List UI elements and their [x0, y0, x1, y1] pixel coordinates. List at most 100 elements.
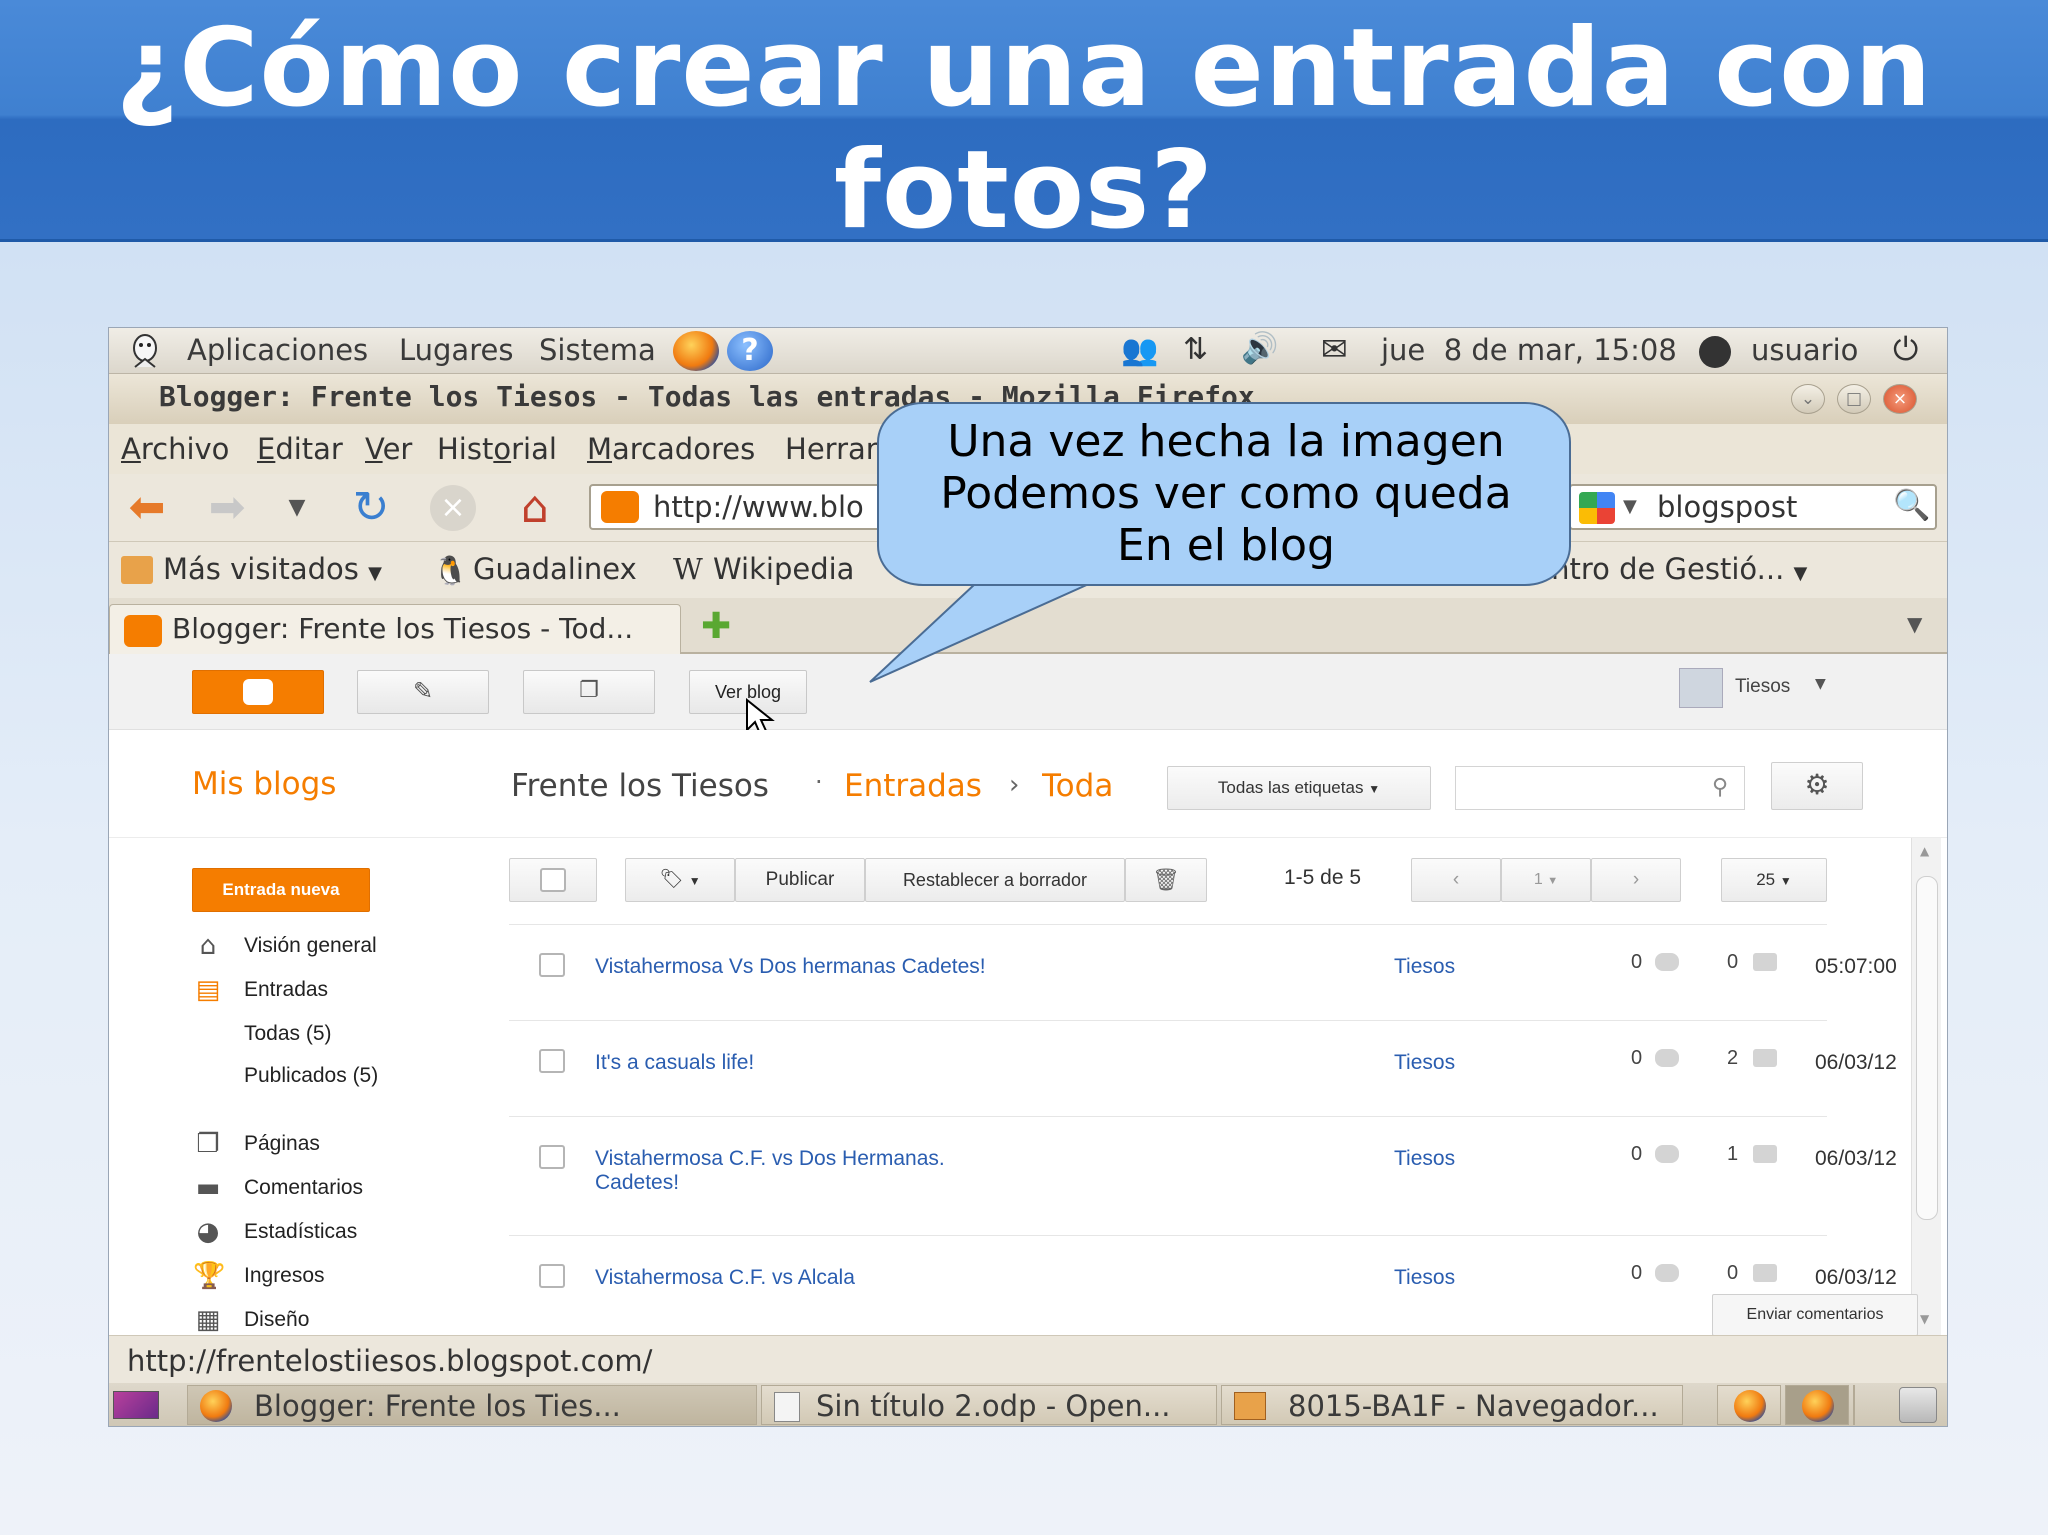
- sidebar-item-published[interactable]: Publicados (5): [244, 1064, 378, 1088]
- new-tab-plus-icon[interactable]: ✚: [701, 606, 731, 647]
- menu-historial[interactable]: Historial: [437, 432, 557, 466]
- panel-menu-applications[interactable]: Aplicaciones: [187, 333, 368, 367]
- stop-icon[interactable]: ×: [427, 482, 479, 534]
- revert-draft-button[interactable]: Restablecer a borrador: [865, 858, 1125, 902]
- menu-ver[interactable]: Ver: [365, 432, 412, 466]
- new-post-pencil-button[interactable]: ✎: [357, 670, 489, 714]
- send-feedback-button[interactable]: Enviar comentarios: [1712, 1294, 1918, 1336]
- show-desktop-icon[interactable]: [113, 1391, 159, 1419]
- taskbar-item-impress[interactable]: Sin título 2.odp - Open...: [761, 1385, 1217, 1425]
- post-title-link[interactable]: Vistahermosa C.F. vs Alcala: [595, 1266, 855, 1290]
- post-title-link[interactable]: It's a casuals life!: [595, 1051, 754, 1075]
- menu-marcadores[interactable]: Marcadores: [587, 432, 755, 466]
- url-text[interactable]: http://www.blo: [653, 490, 864, 524]
- sidebar-item-comments[interactable]: Comentarios: [244, 1176, 363, 1200]
- labels-filter-dropdown[interactable]: Todas las etiquetas ▼: [1167, 766, 1431, 810]
- sidebar-item-stats[interactable]: Estadísticas: [244, 1220, 357, 1244]
- minimize-icon[interactable]: ⌄: [1791, 384, 1825, 414]
- home-icon[interactable]: ⌂: [509, 482, 561, 534]
- ubuntu-logo-icon[interactable]: [125, 331, 165, 371]
- power-icon[interactable]: ⏻: [1893, 330, 1918, 369]
- taskbar-item-firefox[interactable]: Blogger: Frente los Ties...: [187, 1385, 757, 1425]
- search-engine-dropdown-icon[interactable]: ▼: [1623, 496, 1637, 517]
- sidebar-item-layout[interactable]: Diseño: [244, 1308, 309, 1332]
- sidebar-item-earnings[interactable]: Ingresos: [244, 1264, 325, 1288]
- scroll-up-icon[interactable]: ▲: [1920, 844, 1929, 858]
- tab-blogger[interactable]: Blogger: Frente los Tiesos - Tod...: [109, 604, 681, 654]
- sidebar-item-pages[interactable]: Páginas: [244, 1132, 320, 1156]
- user-status-icon[interactable]: [1699, 336, 1731, 368]
- row-checkbox[interactable]: [539, 1145, 565, 1169]
- publish-button[interactable]: Publicar: [735, 858, 865, 902]
- bookmark-wikipedia[interactable]: Wikipedia: [713, 552, 854, 586]
- post-author[interactable]: Tiesos: [1394, 1051, 1455, 1075]
- back-arrow-icon[interactable]: ⬅: [121, 482, 173, 534]
- prev-page-button[interactable]: ‹: [1411, 858, 1501, 902]
- table-row[interactable]: Vistahermosa C.F. vs Alcala Tiesos 0 0 0…: [509, 1236, 1897, 1331]
- post-author[interactable]: Tiesos: [1394, 1147, 1455, 1171]
- next-page-button[interactable]: ›: [1591, 858, 1681, 902]
- post-title-link[interactable]: Vistahermosa Vs Dos hermanas Cadetes!: [595, 955, 986, 979]
- tab-list-dropdown-icon[interactable]: ▼: [1907, 612, 1922, 636]
- scroll-down-icon[interactable]: ▼: [1920, 1312, 1929, 1326]
- post-author[interactable]: Tiesos: [1394, 1266, 1455, 1290]
- transfer-icon[interactable]: ⇅: [1183, 332, 1208, 367]
- row-checkbox[interactable]: [539, 953, 565, 977]
- maximize-icon[interactable]: □: [1837, 384, 1871, 414]
- breadcrumb-blog-name[interactable]: Frente los Tiesos: [511, 768, 769, 804]
- per-page-selector[interactable]: 25 ▼: [1721, 858, 1827, 902]
- forward-arrow-icon[interactable]: ➡: [201, 482, 253, 534]
- post-title-line-2[interactable]: Cadetes!: [595, 1171, 945, 1195]
- network-icon[interactable]: 👥: [1121, 333, 1158, 368]
- menu-herramientas[interactable]: Herran: [785, 432, 884, 466]
- my-blogs-link[interactable]: Mis blogs: [192, 766, 336, 802]
- sidebar-item-overview[interactable]: Visión general: [244, 934, 377, 958]
- trash-icon[interactable]: [1899, 1387, 1937, 1423]
- posts-search-input[interactable]: ⚲: [1455, 766, 1745, 810]
- post-title-line-1[interactable]: Vistahermosa C.F. vs Dos Hermanas.: [595, 1147, 945, 1171]
- history-dropdown-icon[interactable]: ▼: [271, 482, 323, 534]
- workspace-2[interactable]: [1785, 1385, 1849, 1425]
- panel-user[interactable]: usuario: [1751, 333, 1858, 367]
- sidebar-item-all-posts[interactable]: Todas (5): [244, 1022, 332, 1046]
- google-search-engine-icon[interactable]: [1579, 492, 1615, 524]
- post-title-link[interactable]: Vistahermosa C.F. vs Dos Hermanas. Cadet…: [595, 1147, 945, 1195]
- panel-menu-system[interactable]: Sistema: [539, 333, 656, 367]
- workspace-1[interactable]: [1717, 1385, 1781, 1425]
- posts-list-button[interactable]: ❐: [523, 670, 655, 714]
- new-post-button[interactable]: Entrada nueva: [192, 868, 370, 912]
- page-selector[interactable]: 1 ▼: [1501, 858, 1591, 902]
- scrollbar-thumb[interactable]: [1916, 876, 1938, 1220]
- panel-clock[interactable]: jue 8 de mar, 15:08: [1381, 333, 1677, 367]
- bookmark-most-visited[interactable]: Más visitados ▼: [163, 552, 382, 586]
- row-checkbox[interactable]: [539, 1264, 565, 1288]
- workspace-3[interactable]: [1853, 1385, 1855, 1425]
- search-magnifier-icon[interactable]: 🔍: [1893, 488, 1930, 523]
- blogger-user-name[interactable]: Tiesos: [1735, 676, 1790, 698]
- volume-icon[interactable]: 🔊: [1241, 331, 1278, 366]
- search-bar[interactable]: ▼ blogspost 🔍: [1569, 484, 1937, 530]
- firefox-icon[interactable]: [673, 331, 719, 371]
- blogger-home-button[interactable]: [192, 670, 324, 714]
- bookmark-guadalinex[interactable]: Guadalinex: [473, 552, 637, 586]
- delete-button[interactable]: 🗑: [1125, 858, 1207, 902]
- search-input[interactable]: blogspost: [1657, 490, 1797, 524]
- page-scrollbar[interactable]: ▲ ▼: [1911, 838, 1941, 1335]
- taskbar-item-file-browser[interactable]: 8015-BA1F - Navegador...: [1221, 1385, 1683, 1425]
- mail-icon[interactable]: ✉: [1321, 330, 1348, 368]
- table-row[interactable]: Vistahermosa C.F. vs Dos Hermanas. Cadet…: [509, 1117, 1897, 1235]
- table-row[interactable]: It's a casuals life! Tiesos 0 2 06/03/12: [509, 1021, 1897, 1116]
- labels-button[interactable]: 🏷 ▼: [625, 858, 735, 902]
- select-all-checkbox[interactable]: [509, 858, 597, 902]
- menu-archivo[interactable]: Archivo: [121, 432, 229, 466]
- avatar[interactable]: [1679, 668, 1723, 708]
- sidebar-item-posts[interactable]: Entradas: [244, 978, 328, 1002]
- user-menu-chevron-down-icon[interactable]: ▼: [1815, 676, 1826, 692]
- settings-gear-button[interactable]: ⚙: [1771, 762, 1863, 810]
- panel-menu-places[interactable]: Lugares: [399, 333, 513, 367]
- breadcrumb-entradas[interactable]: Entradas: [844, 768, 982, 804]
- reload-icon[interactable]: ↻: [345, 482, 397, 534]
- menu-editar[interactable]: Editar: [257, 432, 343, 466]
- breadcrumb-todas[interactable]: Toda: [1042, 768, 1122, 804]
- row-checkbox[interactable]: [539, 1049, 565, 1073]
